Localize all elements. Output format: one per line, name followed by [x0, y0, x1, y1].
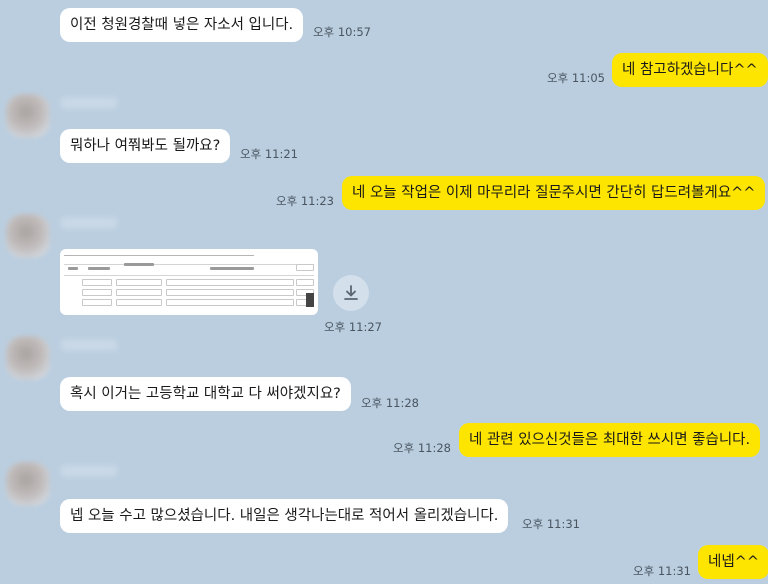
sender-name-blurred [60, 217, 118, 229]
sender-avatar[interactable] [6, 214, 50, 258]
message-bubble-outgoing[interactable]: 네 관련 있으신것들은 최대한 쓰시면 좋습니다. [459, 423, 761, 457]
message-bubble-incoming[interactable]: 뭐하나 여쭤봐도 될까요? [60, 129, 231, 163]
message-bubble-outgoing[interactable]: 네넵^^ [698, 545, 768, 579]
sender-avatar[interactable] [6, 336, 50, 380]
sender-name-blurred [60, 465, 118, 477]
sender-avatar[interactable] [6, 462, 50, 506]
message-time: 오후 10:57 [313, 25, 371, 39]
message-time: 오후 11:28 [361, 396, 419, 410]
message-time: 오후 11:28 [393, 441, 451, 455]
sender-avatar[interactable] [6, 94, 50, 138]
sender-name-blurred [60, 97, 118, 109]
message-time: 오후 11:31 [522, 517, 580, 531]
message-time: 오후 11:31 [633, 564, 691, 578]
message-bubble-incoming[interactable]: 이전 청원경찰때 넣은 자소서 입니다. [60, 8, 304, 42]
download-icon [344, 285, 358, 300]
message-bubble-outgoing[interactable]: 네 오늘 작업은 이제 마무리라 질문주시면 간단히 답드려볼게요^^ [342, 176, 766, 210]
message-time: 오후 11:05 [547, 71, 605, 85]
message-time: 오후 11:21 [240, 147, 298, 161]
sender-name-blurred [60, 339, 118, 351]
message-bubble-outgoing[interactable]: 네 참고하겠습니다^^ [612, 53, 768, 87]
message-bubble-incoming[interactable]: 넵 오늘 수고 많으셨습니다. 내일은 생각나는대로 적어서 올리겠습니다. [60, 499, 509, 533]
message-bubble-incoming[interactable]: 혹시 이거는 고등학교 대학교 다 써야겠지요? [60, 377, 351, 411]
image-attachment[interactable] [60, 249, 318, 315]
message-time: 오후 11:27 [324, 320, 382, 334]
message-time: 오후 11:23 [276, 194, 334, 208]
download-button[interactable] [333, 275, 369, 311]
